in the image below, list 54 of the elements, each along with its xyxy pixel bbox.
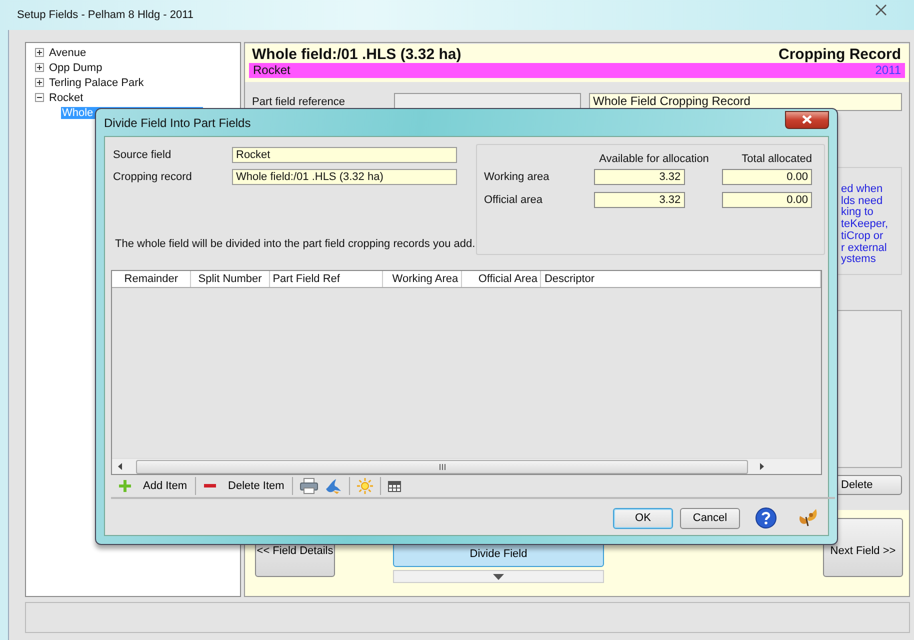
allocated-field: 0.00	[722, 192, 812, 208]
minus-icon	[204, 484, 216, 488]
record-type: Cropping Record	[778, 46, 901, 63]
plus-icon	[119, 480, 131, 492]
column-header[interactable]: Part Field Ref	[270, 271, 383, 287]
column-header[interactable]: Descriptor	[541, 271, 821, 287]
scroll-left-icon[interactable]	[118, 463, 122, 470]
table-icon[interactable]	[388, 480, 402, 492]
column-heading: Total allocated	[740, 153, 812, 165]
close-icon	[801, 115, 813, 124]
year-label: 2011	[875, 63, 901, 78]
bird-icon[interactable]	[324, 478, 342, 494]
dialog-title: Divide Field Into Part Fields	[104, 116, 251, 130]
cancel-button[interactable]: Cancel	[680, 508, 740, 528]
column-header[interactable]: Working Area	[382, 271, 462, 287]
row-label: Working area	[484, 170, 550, 182]
expand-icon[interactable]	[35, 63, 44, 72]
window-title: Setup Fields - Pelham 8 Hldg - 2011	[17, 9, 194, 21]
field-label: Part field reference	[251, 96, 346, 108]
tree-item[interactable]: Opp Dump	[48, 62, 104, 74]
close-button[interactable]	[785, 110, 829, 128]
printer-icon[interactable]	[300, 478, 318, 494]
add-item-button[interactable]: Add Item	[115, 480, 192, 492]
field-label: Cropping record	[112, 171, 193, 183]
available-field: 3.32	[594, 192, 685, 208]
info-message: The whole field will be divided into the part field cropping records you add.	[115, 238, 476, 250]
info-note: ed when lds need king to teKeeper, tiCrop or r external ystems	[840, 184, 890, 266]
collapse-icon[interactable]	[35, 93, 44, 102]
help-icon[interactable]	[755, 507, 777, 529]
record-title: Whole field:/01 .HLS (3.32 ha)	[252, 46, 462, 63]
horizontal-scrollbar[interactable]	[112, 458, 821, 474]
grip-icon	[438, 464, 446, 470]
ok-button[interactable]: OK	[613, 508, 673, 528]
delete-item-button[interactable]: Delete Item	[200, 480, 288, 492]
source-field[interactable]: Rocket	[232, 147, 457, 163]
cropping-record-field[interactable]: Whole field:/01 .HLS (3.32 ha)	[232, 169, 457, 185]
tree-item[interactable]: Rocket	[48, 92, 84, 104]
row-label: Official area	[484, 194, 544, 206]
scroll-right-icon[interactable]	[760, 463, 764, 470]
tree-item[interactable]: Avenue	[48, 46, 88, 58]
allocated-field: 0.00	[722, 168, 812, 184]
close-icon[interactable]	[874, 4, 888, 16]
expand-icon[interactable]	[35, 78, 44, 87]
next-field-button[interactable]: Next Field >>	[823, 518, 903, 577]
caret-icon	[493, 574, 504, 580]
available-field: 3.32	[594, 168, 685, 184]
expand-icon[interactable]	[35, 48, 44, 57]
column-heading: Available for allocation	[598, 153, 710, 165]
tree-item[interactable]: Terling Palace Park	[48, 76, 145, 88]
field-name: Rocket	[253, 63, 290, 78]
column-header[interactable]: Split Number	[191, 271, 270, 287]
column-header[interactable]: Remainder	[112, 271, 192, 287]
column-header[interactable]: Official Area	[462, 271, 542, 287]
field-label: Source field	[112, 149, 172, 161]
